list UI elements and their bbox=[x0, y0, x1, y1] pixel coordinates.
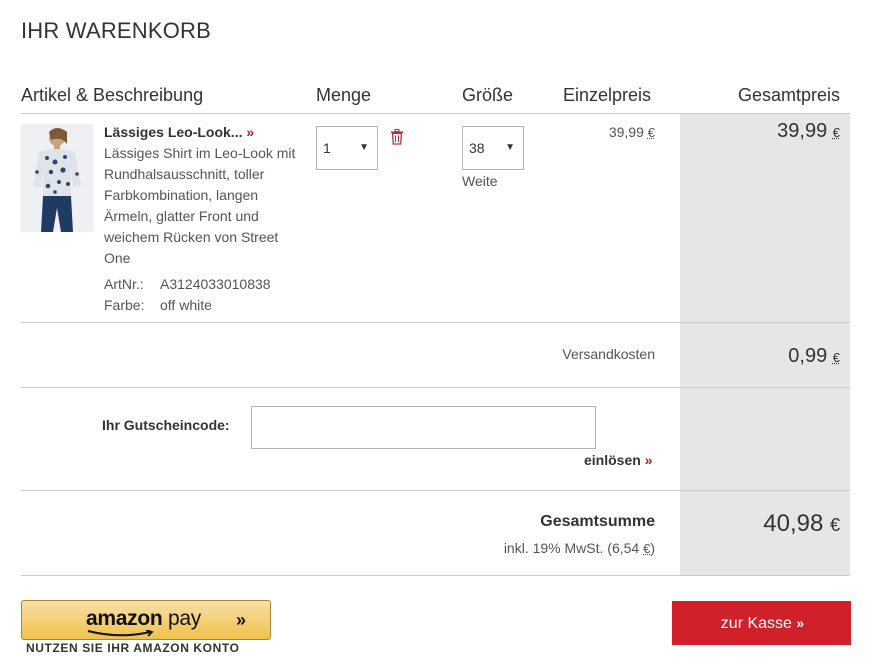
product-name[interactable]: Lässiges Leo-Look... » bbox=[104, 124, 254, 140]
checkout-label[interactable]: zur Kasse bbox=[721, 615, 792, 632]
product-name-text[interactable]: Lässiges Leo-Look... bbox=[104, 124, 242, 140]
header-size: Größe bbox=[462, 85, 514, 105]
redeem-label[interactable]: einlösen bbox=[584, 452, 641, 468]
double-chevron-icon: » bbox=[236, 610, 246, 630]
artnr-value: A3124033010838 bbox=[160, 276, 271, 292]
currency-symbol: € bbox=[832, 350, 840, 365]
row-divider bbox=[21, 575, 850, 576]
coupon-label: Ihr Gutscheincode: bbox=[102, 417, 230, 433]
grand-total-label: Gesamtsumme bbox=[540, 513, 655, 530]
vat-text: inkl. 19% MwSt. (6,54 bbox=[503, 540, 640, 556]
header-article: Artikel & Beschreibung bbox=[21, 85, 204, 105]
artnr-label: ArtNr.: bbox=[104, 276, 144, 292]
fit-label: Weite bbox=[462, 173, 498, 189]
header-unit-price: Einzelpreis bbox=[563, 85, 652, 105]
dropdown-arrow-icon: ▼ bbox=[505, 142, 515, 153]
size-value: 38 bbox=[469, 140, 485, 156]
currency-symbol: € bbox=[829, 515, 840, 535]
color-value: off white bbox=[160, 297, 212, 313]
amazon-logo-text: amazon bbox=[86, 607, 163, 630]
amazon-pay-button[interactable]: amazon pay » bbox=[21, 600, 271, 640]
shipping-value: 0,99 bbox=[788, 345, 828, 367]
product-color: Farbe: off white bbox=[104, 297, 212, 313]
page-title: IHR WARENKORB bbox=[21, 18, 212, 43]
grand-total-price: 40,98 € bbox=[690, 510, 840, 538]
row-divider bbox=[21, 387, 850, 388]
unit-price-value: 39,99 bbox=[608, 124, 644, 140]
header-quantity: Menge bbox=[316, 85, 372, 105]
chevron-right-icon: » bbox=[796, 615, 804, 631]
row-divider bbox=[21, 322, 850, 323]
quantity-select[interactable]: 1 ▼ bbox=[316, 126, 378, 170]
header-divider bbox=[21, 113, 850, 114]
color-label: Farbe: bbox=[104, 297, 145, 313]
product-description: Lässiges Shirt im Leo-Look mit Rundhalsa… bbox=[104, 145, 296, 266]
header-total-price: Gesamtpreis bbox=[737, 85, 840, 105]
amazon-pay-text: pay bbox=[167, 607, 201, 630]
vat-note: inkl. 19% MwSt. (6,54 €) bbox=[420, 540, 655, 556]
unit-price: 39,99 € bbox=[560, 124, 655, 140]
trash-icon[interactable] bbox=[390, 129, 404, 145]
chevron-right-icon: » bbox=[246, 124, 254, 140]
currency-symbol: € bbox=[647, 125, 655, 140]
shipping-price: 0,99 € bbox=[690, 345, 840, 368]
amazon-pay-subtitle: NUTZEN SIE IHR AMAZON KONTO bbox=[26, 641, 240, 655]
quantity-value: 1 bbox=[323, 140, 331, 156]
product-artnr: ArtNr.: A3124033010838 bbox=[104, 276, 271, 292]
grand-total-value: 40,98 bbox=[763, 510, 824, 537]
currency-symbol: € bbox=[832, 125, 840, 140]
size-select[interactable]: 38 ▼ bbox=[462, 126, 524, 170]
amazon-smile-icon bbox=[87, 630, 154, 637]
item-total-price: 39,99 € bbox=[690, 120, 840, 143]
amazon-pay-logo: amazon pay bbox=[86, 607, 201, 631]
redeem-button[interactable]: einlösen » bbox=[584, 452, 653, 468]
checkout-button[interactable]: zur Kasse » bbox=[672, 601, 851, 645]
shipping-label: Versandkosten bbox=[562, 346, 655, 362]
item-total-value: 39,99 bbox=[777, 120, 828, 142]
dropdown-arrow-icon: ▼ bbox=[359, 142, 369, 153]
chevron-right-icon: » bbox=[644, 452, 653, 468]
row-divider bbox=[21, 490, 850, 491]
coupon-input[interactable] bbox=[251, 406, 596, 449]
product-image[interactable] bbox=[21, 124, 93, 232]
vat-close: ) bbox=[650, 540, 655, 556]
